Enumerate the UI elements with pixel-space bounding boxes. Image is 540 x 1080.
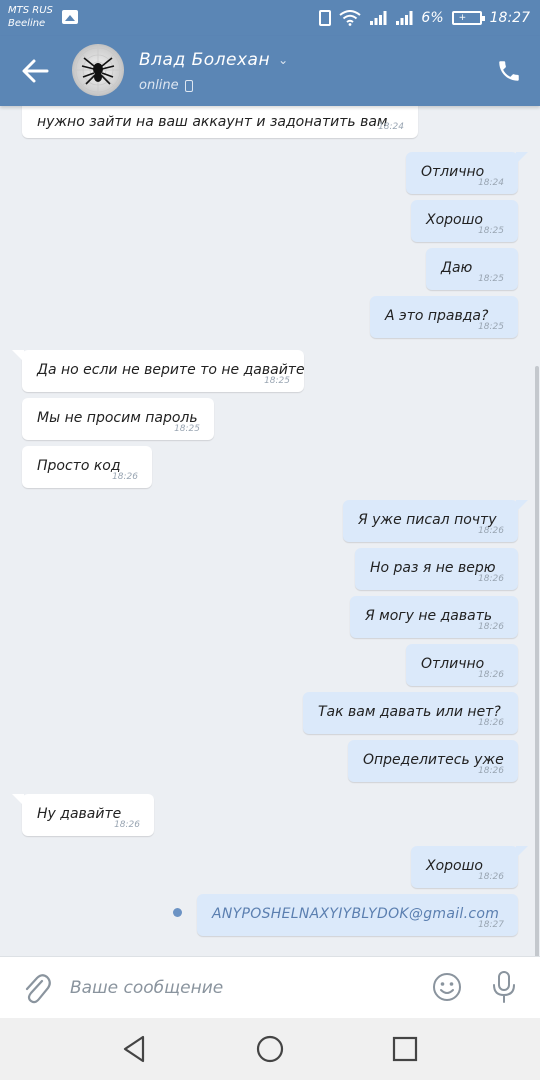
carrier-labels: MTS RUS Beeline bbox=[8, 4, 53, 30]
message-bubble[interactable]: Просто код 18:26 bbox=[22, 446, 152, 488]
message-time: 18:24 bbox=[478, 178, 504, 188]
message-bubble[interactable]: Ну давайте 18:26 bbox=[12, 794, 154, 836]
status-bar: MTS RUS Beeline 6% + 18:27 bbox=[0, 0, 540, 36]
message-bubble[interactable]: Определитесь уже 18:26 bbox=[348, 740, 518, 782]
attach-button[interactable] bbox=[22, 971, 52, 1005]
screen: MTS RUS Beeline 6% + 18:27 Влад Болехан … bbox=[0, 0, 540, 1080]
image-notification-icon bbox=[62, 10, 78, 24]
message-input[interactable] bbox=[70, 971, 410, 1005]
message-time: 18:26 bbox=[478, 670, 504, 680]
message-bubble[interactable]: Но раз я не верю 18:26 bbox=[355, 548, 518, 590]
unread-indicator bbox=[173, 908, 182, 917]
message-time: 18:25 bbox=[478, 322, 504, 332]
message-composer bbox=[0, 956, 540, 1018]
message-text: Хорошо bbox=[426, 212, 483, 228]
phone-icon bbox=[499, 61, 519, 81]
message-time: 18:26 bbox=[478, 574, 504, 584]
chevron-down-icon: ⌄ bbox=[278, 53, 289, 67]
email-link[interactable]: ANYPOSHELNAXYIYBLYDOK@gmail.com bbox=[212, 906, 499, 922]
message-bubble[interactable]: ANYPOSHELNAXYIYBLYDOK@gmail.com 18:27 bbox=[197, 894, 518, 936]
signal-icon-2 bbox=[395, 10, 413, 26]
message-time: 18:25 bbox=[478, 274, 504, 284]
smiley-icon bbox=[433, 973, 461, 1001]
triangle-back-icon bbox=[123, 1035, 145, 1063]
presence-text: online bbox=[139, 78, 179, 93]
message-bubble[interactable]: Я уже писал почту 18:26 bbox=[343, 500, 528, 542]
arrow-left-icon bbox=[22, 59, 49, 83]
message-time: 18:26 bbox=[478, 766, 504, 776]
message-time: 18:24 bbox=[378, 122, 404, 132]
vibrate-icon bbox=[319, 10, 332, 26]
chat-header: Влад Болехан ⌄ online bbox=[0, 36, 540, 106]
message-bubble[interactable]: Хорошо 18:25 bbox=[411, 200, 518, 242]
square-recents-icon bbox=[392, 1036, 418, 1062]
message-bubble[interactable]: Так вам давать или нет? 18:26 bbox=[303, 692, 518, 734]
mobile-device-icon bbox=[184, 79, 193, 92]
message-bubble[interactable]: нужно зайти на ваш аккаунт и задонатить … bbox=[22, 106, 418, 138]
message-text: Отлично bbox=[421, 164, 485, 180]
message-time: 18:26 bbox=[478, 526, 504, 536]
message-bubble[interactable]: Мы не просим пароль 18:25 bbox=[22, 398, 214, 440]
status-icons: 6% + 18:27 bbox=[319, 8, 530, 28]
message-bubble[interactable]: Даю 18:25 bbox=[426, 248, 518, 290]
system-nav-bar bbox=[0, 1018, 540, 1080]
carrier-1: MTS RUS bbox=[8, 5, 53, 16]
avatar[interactable] bbox=[72, 44, 124, 96]
paperclip-icon bbox=[25, 974, 51, 1004]
wifi-icon bbox=[339, 10, 362, 26]
message-list[interactable]: нужно зайти на ваш аккаунт и задонатить … bbox=[0, 106, 540, 956]
battery-icon: + bbox=[451, 11, 485, 25]
message-text: Я уже писал почту bbox=[358, 512, 497, 528]
message-bubble[interactable]: Я могу не давать 18:26 bbox=[350, 596, 518, 638]
message-text: Хорошо bbox=[426, 858, 483, 874]
message-text: Я могу не давать bbox=[365, 608, 493, 624]
message-time: 18:26 bbox=[478, 622, 504, 632]
message-text: нужно зайти на ваш аккаунт и задонатить … bbox=[37, 114, 388, 130]
presence-status: online bbox=[139, 78, 193, 93]
message-time: 18:26 bbox=[114, 820, 140, 830]
message-time: 18:26 bbox=[478, 872, 504, 882]
battery-percent: 6% bbox=[421, 10, 444, 26]
message-bubble[interactable]: Да но если не верите то не давайте 18:25 bbox=[12, 350, 305, 392]
back-button[interactable] bbox=[20, 58, 50, 84]
message-time: 18:25 bbox=[174, 424, 200, 434]
message-text: А это правда? bbox=[385, 308, 489, 324]
nav-back-button[interactable] bbox=[117, 1032, 151, 1066]
message-time: 18:27 bbox=[478, 920, 504, 930]
scrollbar[interactable] bbox=[535, 366, 539, 956]
nav-home-button[interactable] bbox=[253, 1032, 287, 1066]
message-time: 18:26 bbox=[112, 472, 138, 482]
message-time: 18:26 bbox=[478, 718, 504, 728]
signal-icon-1 bbox=[369, 10, 387, 26]
emoji-button[interactable] bbox=[432, 972, 462, 1002]
message-bubble[interactable]: Отлично 18:26 bbox=[406, 644, 518, 686]
message-bubble[interactable]: А это правда? 18:25 bbox=[370, 296, 518, 338]
message-time: 18:25 bbox=[478, 226, 504, 236]
contact-name-text: Влад Болехан bbox=[139, 50, 271, 70]
circle-home-icon bbox=[256, 1035, 284, 1063]
microphone-icon bbox=[493, 971, 515, 1003]
call-button[interactable] bbox=[496, 58, 522, 84]
message-text: Просто код bbox=[37, 458, 121, 474]
message-text: Но раз я не верю bbox=[370, 560, 496, 576]
message-text: Так вам давать или нет? bbox=[318, 704, 501, 720]
message-time: 18:25 bbox=[264, 376, 290, 386]
contact-name[interactable]: Влад Болехан ⌄ bbox=[139, 50, 289, 70]
nav-recents-button[interactable] bbox=[388, 1032, 422, 1066]
carrier-2: Beeline bbox=[8, 18, 46, 29]
clock: 18:27 bbox=[489, 10, 530, 26]
message-bubble[interactable]: Отлично 18:24 bbox=[406, 152, 528, 194]
message-text: Даю bbox=[441, 260, 473, 276]
voice-message-button[interactable] bbox=[490, 970, 518, 1004]
message-text: Ну давайте bbox=[37, 806, 122, 822]
message-text: Отлично bbox=[421, 656, 485, 672]
message-bubble[interactable]: Хорошо 18:26 bbox=[411, 846, 528, 888]
